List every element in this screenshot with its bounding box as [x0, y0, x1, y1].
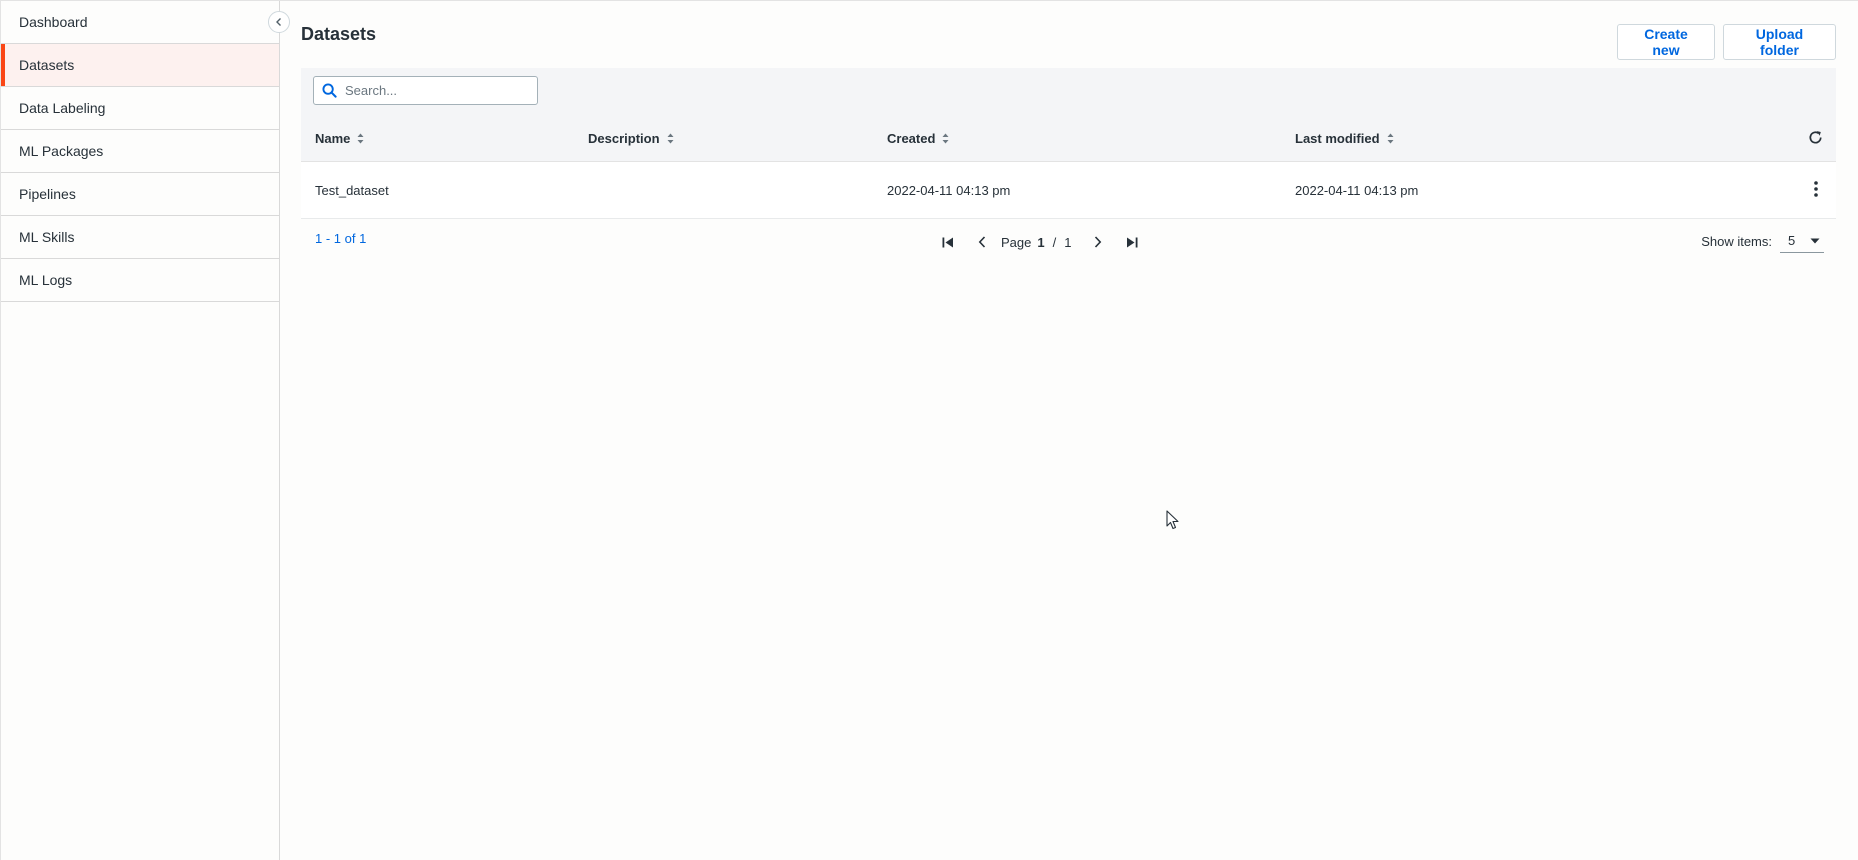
upload-folder-button[interactable]: Upload folder: [1723, 24, 1836, 60]
cell-last-modified: 2022-04-11 04:13 pm: [1295, 183, 1419, 198]
sort-icon: [667, 133, 674, 144]
show-items-label: Show items:: [1701, 233, 1772, 249]
header-actions: Create new Upload folder: [1617, 24, 1836, 60]
refresh-icon: [1809, 131, 1822, 144]
table-header: Name Description Created Last modified: [301, 115, 1836, 162]
search-input[interactable]: [345, 78, 525, 103]
sidebar-item-ml-packages[interactable]: ML Packages: [1, 130, 279, 173]
total-pages: 1: [1064, 234, 1072, 250]
last-page-button[interactable]: [1115, 231, 1149, 253]
sidebar-collapse-button[interactable]: [268, 11, 290, 33]
chevron-right-icon: [1095, 236, 1102, 248]
pagination-range: 1 - 1 of 1: [315, 231, 367, 246]
cell-created: 2022-04-11 04:13 pm: [887, 183, 1011, 198]
sort-icon: [1387, 133, 1394, 144]
main-content: Datasets Create new Upload folder Name: [281, 1, 1858, 860]
create-new-button[interactable]: Create new: [1617, 24, 1715, 60]
column-header-label: Created: [887, 131, 936, 146]
table-row[interactable]: Test_dataset 2022-04-11 04:13 pm 2022-04…: [301, 162, 1836, 219]
items-per-page-value: 5: [1788, 233, 1796, 248]
sidebar-item-ml-logs[interactable]: ML Logs: [1, 259, 279, 302]
column-header-created[interactable]: Created: [887, 115, 949, 162]
column-header-name[interactable]: Name: [315, 115, 364, 162]
column-header-label: Name: [315, 131, 351, 146]
sidebar-item-ml-skills[interactable]: ML Skills: [1, 216, 279, 259]
page-title: Datasets: [301, 24, 377, 44]
sidebar-item-dashboard[interactable]: Dashboard: [1, 1, 279, 44]
pagination-controls: Page 1 / 1: [931, 231, 1149, 253]
show-items: Show items: 5: [1701, 229, 1824, 253]
chevron-left-icon: [276, 18, 281, 26]
page-label: Page: [1001, 234, 1032, 250]
row-actions-button[interactable]: [1814, 181, 1818, 202]
sort-icon: [942, 133, 949, 144]
more-vertical-icon: [1814, 181, 1818, 197]
cell-name: Test_dataset: [315, 183, 389, 198]
sidebar-item-data-labeling[interactable]: Data Labeling: [1, 87, 279, 130]
sort-icon: [357, 133, 364, 144]
next-page-button[interactable]: [1081, 231, 1115, 253]
column-header-label: Last modified: [1295, 131, 1380, 146]
last-page-icon: [1127, 237, 1138, 247]
mouse-cursor-icon: [1166, 510, 1179, 530]
column-header-description[interactable]: Description: [588, 115, 674, 162]
app-window: Dashboard Datasets Data Labeling ML Pack…: [0, 0, 1858, 860]
first-page-button[interactable]: [931, 231, 965, 253]
sidebar: Dashboard Datasets Data Labeling ML Pack…: [0, 1, 280, 860]
pagination-bar: 1 - 1 of 1 Page 1 / 1 Show items: 5: [301, 219, 1836, 265]
search-box[interactable]: [313, 76, 538, 105]
search-icon: [322, 83, 337, 98]
sidebar-item-pipelines[interactable]: Pipelines: [1, 173, 279, 216]
page-separator: /: [1052, 234, 1057, 250]
prev-page-button[interactable]: [965, 231, 999, 253]
datasets-grid: Name Description Created: [301, 68, 1836, 265]
column-header-label: Description: [588, 131, 660, 146]
refresh-button[interactable]: [1807, 129, 1824, 151]
first-page-icon: [942, 237, 953, 247]
current-page: 1: [1037, 234, 1045, 250]
sidebar-item-datasets[interactable]: Datasets: [1, 44, 279, 87]
items-per-page-select[interactable]: 5: [1780, 229, 1824, 253]
caret-down-icon: [1810, 238, 1820, 243]
chevron-left-icon: [978, 236, 986, 248]
column-header-last-modified[interactable]: Last modified: [1295, 115, 1394, 162]
grid-toolbar: [301, 68, 1836, 115]
